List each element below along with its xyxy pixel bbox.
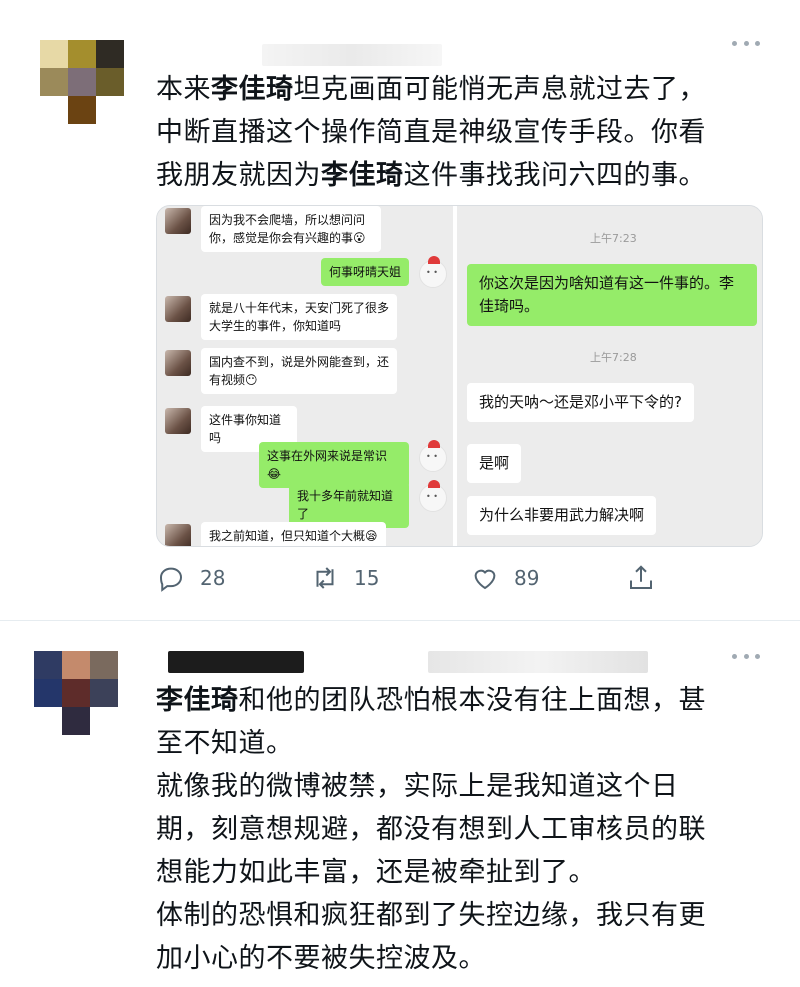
more-options-icon[interactable] bbox=[732, 38, 760, 48]
text-run: 就像我的微博被禁，实际上是我知道这个日 bbox=[156, 771, 679, 802]
text-run: 至不知道。 bbox=[156, 728, 294, 759]
share-button[interactable] bbox=[626, 560, 656, 596]
chat-screenshot[interactable]: 因为我不会爬墙，所以想问问你，感觉是你会有兴趣的事😮 何事呀晴天姐就是八十年代末，… bbox=[156, 205, 763, 547]
chat-time: 上午7:28 bbox=[590, 351, 637, 364]
mention-name: 李佳琦 bbox=[321, 160, 404, 191]
redacted-handle bbox=[428, 651, 648, 673]
tweet-text: 李佳琦和他的团队恐怕根本没有往上面想，甚至不知道。就像我的微博被禁，实际上是我知… bbox=[156, 679, 766, 980]
chat-bubble: 国内查不到，说是外网能查到，还有视频😶 bbox=[201, 348, 397, 394]
share-icon bbox=[630, 565, 652, 589]
tweet-actions: 28 15 89 bbox=[156, 560, 666, 600]
chat-bubble: 何事呀晴天姐 bbox=[320, 258, 409, 286]
friend-avatar bbox=[165, 208, 191, 234]
ghost-avatar-icon bbox=[419, 440, 447, 472]
tweet-text: 本来李佳琦坦克画面可能悄无声息就过去了， 中断直播这个操作简直是神级宣传手段。你看… bbox=[156, 68, 766, 197]
text-run: 我朋友就因为 bbox=[156, 160, 321, 191]
tweet-text-line: 期，刻意想规避，都没有想到人工审核员的联 bbox=[156, 808, 766, 851]
ghost-avatar-icon bbox=[419, 480, 447, 512]
chat-bubble: 你这次是因为啥知道有这一件事的。李佳琦吗。 bbox=[467, 264, 757, 326]
chat-time: 上午7:23 bbox=[590, 232, 637, 245]
tweet-text-line: 我朋友就因为李佳琦这件事找我问六四的事。 bbox=[156, 154, 766, 197]
tweet-text-line: 李佳琦和他的团队恐怕根本没有往上面想，甚 bbox=[156, 679, 766, 722]
text-run: 加小心的不要被失控波及。 bbox=[156, 943, 486, 974]
text-run: 和他的团队恐怕根本没有往上面想，甚 bbox=[238, 685, 706, 716]
tweet-text-line: 加小心的不要被失控波及。 bbox=[156, 937, 766, 980]
reply-count: 28 bbox=[200, 566, 226, 590]
more-options-icon[interactable] bbox=[732, 651, 760, 661]
friend-avatar bbox=[165, 296, 191, 322]
chat-bubble: 我之前知道，但只知道个大概😪 bbox=[201, 522, 386, 546]
avatar[interactable] bbox=[34, 651, 118, 735]
text-run: 中断直播这个操作简直是神级宣传手段。你看 bbox=[156, 117, 706, 148]
retweet-count: 15 bbox=[354, 566, 380, 590]
friend-avatar bbox=[165, 524, 191, 546]
chat-bubble: 是啊 bbox=[467, 444, 522, 483]
reply-button[interactable]: 28 bbox=[156, 560, 225, 596]
text-run: 期，刻意想规避，都没有想到人工审核员的联 bbox=[156, 814, 706, 845]
tweet-1: 本来李佳琦坦克画面可能悄无声息就过去了， 中断直播这个操作简直是神级宣传手段。你看… bbox=[0, 0, 800, 620]
text-run: 坦克画面可能悄无声息就过去了， bbox=[293, 74, 706, 105]
tweet-text-line: 想能力如此丰富，还是被牵扯到了。 bbox=[156, 851, 766, 894]
tweet-2: 李佳琦和他的团队恐怕根本没有往上面想，甚至不知道。就像我的微博被禁，实际上是我知… bbox=[0, 620, 800, 987]
redacted-username bbox=[262, 44, 442, 66]
tweet-text-line: 至不知道。 bbox=[156, 722, 766, 765]
like-count: 89 bbox=[514, 566, 540, 590]
chat-bubble: 就是八十年代末，天安门死了很多大学生的事件，你知道吗 bbox=[201, 294, 397, 340]
text-run: 想能力如此丰富，还是被牵扯到了。 bbox=[156, 857, 596, 888]
retweet-button[interactable]: 15 bbox=[310, 560, 379, 596]
chat-bubble: 我的天呐～还是邓小平下令的? bbox=[467, 383, 694, 422]
friend-avatar bbox=[165, 350, 191, 376]
mention-name: 李佳琦 bbox=[156, 685, 239, 716]
heart-icon bbox=[474, 569, 496, 590]
tweet-text-line: 中断直播这个操作简直是神级宣传手段。你看 bbox=[156, 111, 766, 154]
avatar[interactable] bbox=[40, 40, 124, 124]
text-run: 本来 bbox=[156, 74, 211, 105]
chat-bubble: 为什么非要用武力解决啊 bbox=[467, 496, 657, 535]
mention-name: 李佳琦 bbox=[211, 74, 294, 105]
redacted-username bbox=[168, 651, 304, 673]
reply-icon bbox=[159, 567, 183, 592]
tweet-text-line: 体制的恐惧和疯狂都到了失控边缘，我只有更 bbox=[156, 894, 766, 937]
tweet-text-line: 就像我的微博被禁，实际上是我知道这个日 bbox=[156, 765, 766, 808]
chat-bubble: 因为我不会爬墙，所以想问问你，感觉是你会有兴趣的事😮 bbox=[201, 206, 381, 252]
tweet-text-line: 本来李佳琦坦克画面可能悄无声息就过去了， bbox=[156, 68, 766, 111]
ghost-avatar-icon bbox=[419, 256, 447, 288]
chat-right-panel: 上午7:23 你这次是因为啥知道有这一件事的。李佳琦吗。 上午7:28 我的天呐… bbox=[457, 206, 762, 546]
text-run: 这件事找我问六四的事。 bbox=[403, 160, 706, 191]
text-run: 体制的恐惧和疯狂都到了失控边缘，我只有更 bbox=[156, 900, 706, 931]
chat-left-panel: 因为我不会爬墙，所以想问问你，感觉是你会有兴趣的事😮 何事呀晴天姐就是八十年代末，… bbox=[157, 206, 453, 546]
like-button[interactable]: 89 bbox=[470, 560, 539, 596]
friend-avatar bbox=[165, 408, 191, 434]
retweet-icon bbox=[316, 567, 334, 589]
